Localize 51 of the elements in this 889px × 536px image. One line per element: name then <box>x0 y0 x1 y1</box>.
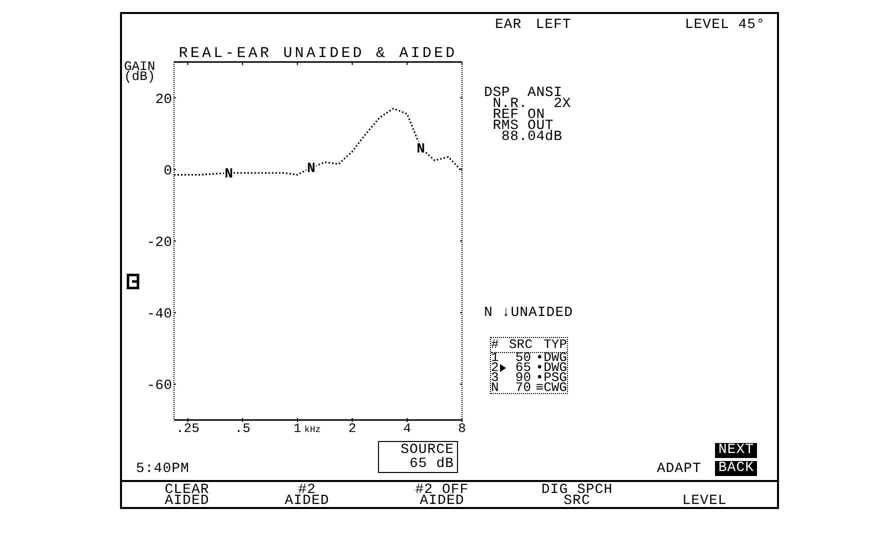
x-tick-label: 2 <box>348 421 356 434</box>
legend-text: N ↓UNAIDED <box>484 306 574 320</box>
x-axis-label: kHz <box>304 425 321 434</box>
table-cell-text: 65 <box>514 363 531 373</box>
curve-marker: N <box>224 166 234 182</box>
table-cell-text: ≡CWG <box>534 383 567 393</box>
softkey[interactable]: #2 AIDED <box>252 482 362 507</box>
setting-line: 88.04dB <box>501 132 564 143</box>
ear-label: EAR <box>495 18 522 32</box>
softkey[interactable]: #2 OFF AIDED <box>362 482 522 507</box>
clock-time: 5:40PM <box>135 462 190 476</box>
nav-button[interactable]: BACK <box>715 461 757 476</box>
softkey[interactable]: LEVEL <box>632 482 777 507</box>
x-tick-label: .25 <box>176 421 200 434</box>
curve-marker: N <box>306 161 316 178</box>
ear-value: LEFT <box>536 18 572 32</box>
table-cell: 3 <box>491 373 500 383</box>
y-tick-label: -20 <box>146 235 172 251</box>
column-header: # <box>491 340 500 350</box>
setting-line: REF ON <box>492 110 545 121</box>
x-tick-label: 4 <box>403 421 412 434</box>
softkey[interactable]: DIG SPCH SRC <box>522 482 632 507</box>
table-cell: 2 <box>491 363 500 373</box>
y-tick-label: 0 <box>164 163 172 180</box>
table-cell-text: 50 <box>514 353 531 363</box>
setting-line: DSP ANSI <box>484 88 562 99</box>
y-tick-label: 20 <box>155 92 172 108</box>
table-cell: 1 <box>491 353 500 363</box>
y-tick-label: -40 <box>146 306 172 323</box>
table-cell-text: 90 <box>514 373 531 383</box>
bracket-icon <box>126 274 140 290</box>
table-cell-text: •DWG <box>534 353 567 363</box>
level-readout: LEVEL 45° <box>684 18 765 32</box>
source-text: 65 dB <box>409 457 454 471</box>
y-axis-label: GAIN (dB) <box>124 59 156 84</box>
chart-title: REAL-EAR UNAIDED & AIDED <box>178 45 458 62</box>
softkey[interactable]: CLEAR AIDED <box>122 482 252 507</box>
adapt-label: ADAPT <box>656 462 702 476</box>
x-tick-label: 8 <box>458 421 466 434</box>
column-header: TYP <box>542 340 567 350</box>
column-header: SRC <box>509 340 531 350</box>
table-cell-text: •PSG <box>534 373 567 383</box>
y-tick-label: -60 <box>146 378 172 394</box>
nav-button[interactable]: NEXT <box>715 443 757 458</box>
x-tick-label: 1 <box>294 421 302 434</box>
source-text: SOURCE <box>400 443 454 457</box>
x-tick-label: .5 <box>234 421 250 434</box>
table-cell-text: 70 <box>514 383 531 393</box>
table-cell-text: •DWG <box>534 363 567 373</box>
setting-line: N.R. 2X <box>492 99 572 110</box>
table-cell: N <box>491 383 500 393</box>
